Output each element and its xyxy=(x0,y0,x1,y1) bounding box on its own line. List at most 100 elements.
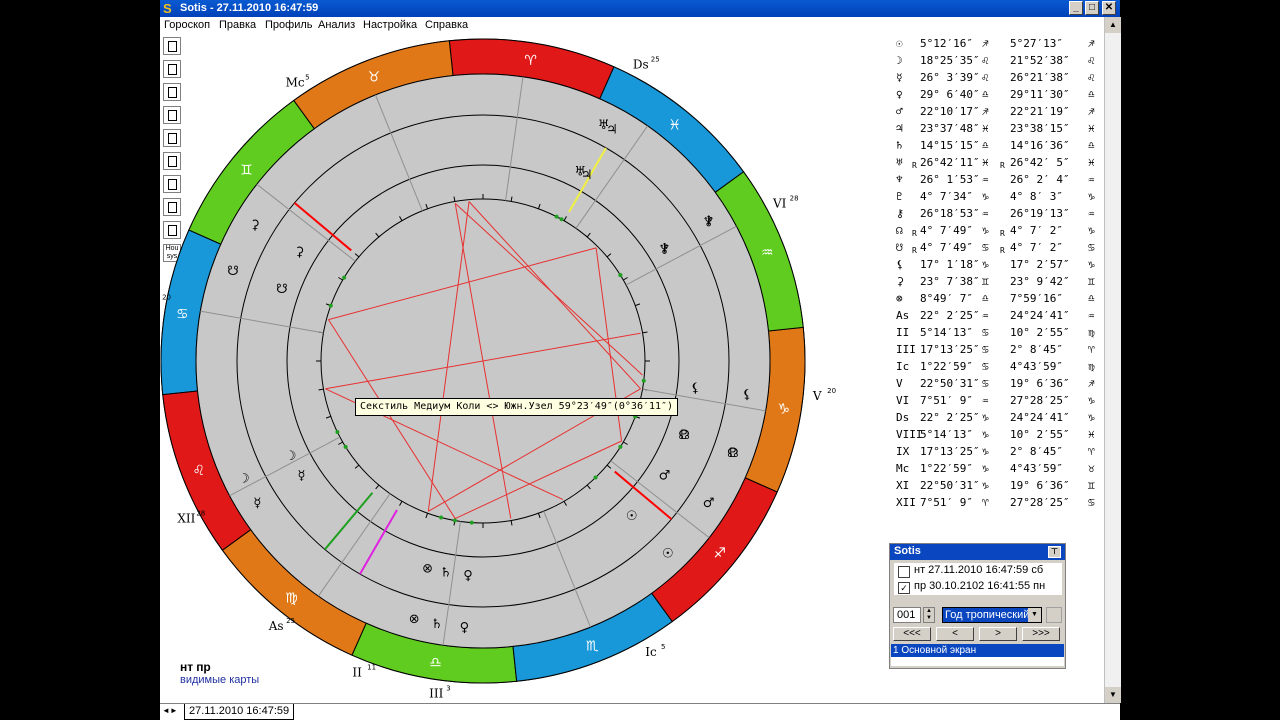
natal-position: 4° 7′49″ xyxy=(920,241,973,254)
natal-sign-icon: ♋ xyxy=(982,360,989,373)
house-label: XII xyxy=(177,512,195,526)
zodiac-sign-icon: ♒ xyxy=(761,245,774,261)
zodiac-sign-icon: ♍ xyxy=(285,591,298,607)
step-unit-value: Год тропический xyxy=(945,609,1030,621)
house-label-degree: 28 xyxy=(790,194,799,202)
natal-sign-icon: ♋ xyxy=(982,241,989,254)
natal-position: 5°14′13″ xyxy=(920,326,973,339)
step-forward-fast-button[interactable]: >>> xyxy=(1022,627,1060,641)
close-button[interactable]: ✕ xyxy=(1102,1,1116,15)
menu-help[interactable]: Справка xyxy=(425,19,468,31)
planet-row: ♇ 4° 7′34″ ♑ 4° 8′ 3″ ♑ xyxy=(896,190,1106,206)
planet-glyph: ☉ xyxy=(896,37,903,50)
retro-flag: R xyxy=(1000,229,1005,238)
menu-horoscope[interactable]: Гороскоп xyxy=(164,19,210,31)
zodiac-sign-icon: ♐ xyxy=(713,546,726,562)
date-progressed-checkbox[interactable]: ✓ xyxy=(898,582,910,594)
progressed-position: 23°38′15″ xyxy=(1010,122,1070,135)
document-tab[interactable]: 27.11.2010 16:47:59 xyxy=(184,704,295,720)
progressed-position: 4°43′59″ xyxy=(1010,462,1063,475)
planet-glyph: ♂ xyxy=(896,105,903,118)
natal-sign-icon: ♑ xyxy=(982,479,989,492)
planet-row: ♅ R 26°42′11″ ♓ R 26°42′ 5″ ♓ xyxy=(896,156,1106,172)
planet-row: ⊗ 8°49′ 7″ ♎ 7°59′16″ ♎ xyxy=(896,292,1106,308)
menu-profile[interactable]: Профиль xyxy=(265,19,313,31)
progressed-sign-icon: ♒ xyxy=(1088,207,1095,220)
natal-sign-icon: ♈ xyxy=(982,496,989,509)
house-label-degree: 5 xyxy=(661,643,665,651)
step-forward-button[interactable]: > xyxy=(979,627,1017,641)
planet-row: Mc 1°22′59″ ♑ 4°43′59″ ♉ xyxy=(896,462,1106,478)
progressed-sign-icon: ♎ xyxy=(1088,88,1095,101)
natal-position: 17°13′25″ xyxy=(920,445,980,458)
step-back-button[interactable]: < xyxy=(936,627,974,641)
step-count-input[interactable]: 001 xyxy=(893,607,921,623)
planet-row: XII 7°51′ 9″ ♈ 27°28′25″ ♋ xyxy=(896,496,1106,512)
natal-sign-icon: ♎ xyxy=(982,139,989,152)
menu-settings[interactable]: Настройка xyxy=(363,19,417,31)
menu-edit[interactable]: Правка xyxy=(219,19,256,31)
title-bar: S Sotis - 27.11.2010 16:47:59 _ □ ✕ xyxy=(160,0,1120,17)
screen-list-item[interactable]: 1 Основной экран xyxy=(891,644,1064,657)
retro-flag: R xyxy=(912,161,917,170)
planet-row: ☽ 18°25′35″ ♌ 21°52′38″ ♌ xyxy=(896,54,1106,70)
step-back-fast-button[interactable]: <<< xyxy=(893,627,931,641)
progressed-sign-icon: ♑ xyxy=(1088,258,1095,271)
planet-row: II 5°14′13″ ♋ 10° 2′55″ ♍ xyxy=(896,326,1106,342)
minimize-button[interactable]: _ xyxy=(1069,1,1083,15)
planet-row: ⚷ 26°18′53″ ♒ 26°19′13″ ♒ xyxy=(896,207,1106,223)
natal-planet-icon: ☽ xyxy=(285,449,297,464)
planet-glyph: ♀ xyxy=(896,88,903,101)
planet-row: ☋ R 4° 7′49″ ♋ R 4° 7′ 2″ ♋ xyxy=(896,241,1106,257)
planet-glyph: II xyxy=(896,326,910,339)
zodiac-sign-icon: ♏ xyxy=(586,638,599,654)
map-nt-toggle[interactable]: нт xyxy=(180,660,193,674)
app-window: S Sotis - 27.11.2010 16:47:59 _ □ ✕ Горо… xyxy=(160,0,1121,720)
progressed-sign-icon: ♉ xyxy=(1088,462,1095,475)
natal-position: 18°25′35″ xyxy=(920,54,980,67)
natal-position: 23° 7′38″ xyxy=(920,275,980,288)
natal-position: 22°50′31″ xyxy=(920,479,980,492)
retro-flag: R xyxy=(1000,161,1005,170)
scroll-up-icon[interactable]: ▲ xyxy=(1105,17,1121,33)
planet-glyph: ⚸ xyxy=(896,258,905,271)
progressed-position: 26°42′ 5″ xyxy=(1010,156,1070,169)
house-label-degree: 20 xyxy=(162,294,171,302)
progressed-position: 10° 2′55″ xyxy=(1010,428,1070,441)
house-label: Mc xyxy=(286,75,305,89)
natal-sign-icon: ♑ xyxy=(982,462,989,475)
planet-glyph: ⚳ xyxy=(896,275,905,288)
date-natal-checkbox[interactable] xyxy=(898,566,910,578)
planet-row: ♃ 23°37′48″ ♓ 23°38′15″ ♓ xyxy=(896,122,1106,138)
planet-row: ♆ 26° 1′53″ ♒ 26° 2′ 4″ ♒ xyxy=(896,173,1106,189)
scroll-down-icon[interactable]: ▼ xyxy=(1105,687,1121,703)
step-spinner[interactable]: ▲ ▼ xyxy=(923,607,935,623)
maximize-button[interactable]: □ xyxy=(1085,1,1099,15)
progressed-planet-icon: ⚷ xyxy=(704,214,714,229)
tab-nav-arrows[interactable]: ◄► xyxy=(162,706,178,715)
sotis-time-panel: Sotis ⊤ нт 27.11.2010 16:47:59 сб ✓ пр 3… xyxy=(889,543,1066,669)
house-label-degree: 11 xyxy=(367,664,376,672)
planet-row: ⚸ 17° 1′18″ ♑ 17° 2′57″ ♑ xyxy=(896,258,1106,274)
planet-glyph: VI xyxy=(896,394,910,407)
map-pr-toggle[interactable]: пр xyxy=(196,660,211,674)
planet-row: III 17°13′25″ ♋ 2° 8′45″ ♈ xyxy=(896,343,1106,359)
vertical-scrollbar[interactable]: ▲ ▼ xyxy=(1104,17,1121,703)
aspect-tooltip: Секстиль Медиум Коли <> Южн.Узел 59°23′4… xyxy=(355,398,679,416)
planet-row: V 22°50′31″ ♋ 19° 6′36″ ♐ xyxy=(896,377,1106,393)
progressed-sign-icon: ♋ xyxy=(1088,496,1095,509)
lock-button[interactable] xyxy=(1046,607,1062,623)
progressed-sign-icon: ♎ xyxy=(1088,292,1095,305)
natal-chart-wheel[interactable]: ♈♉♊♋♌♍♎♏♐♑♒♓IX3VIII11Ds25VI28V20Ic5III3I… xyxy=(160,35,890,703)
progressed-planet-icon: ♄ xyxy=(431,617,443,632)
planet-row: ♂ 22°10′17″ ♐ 22°21′19″ ♐ xyxy=(896,105,1106,121)
natal-position: 23°37′48″ xyxy=(920,122,980,135)
natal-planet-icon: ☊ xyxy=(678,428,690,443)
progressed-position: 24°24′41″ xyxy=(1010,411,1070,424)
step-unit-select[interactable]: Год тропический ▼ xyxy=(942,607,1042,623)
menu-analysis[interactable]: Анализ xyxy=(318,19,355,31)
pin-icon[interactable]: ⊤ xyxy=(1048,546,1061,558)
window-title: Sotis - 27.11.2010 16:47:59 xyxy=(180,2,319,14)
progressed-position: 2° 8′45″ xyxy=(1010,343,1063,356)
chevron-down-icon[interactable]: ▼ xyxy=(1028,608,1041,622)
